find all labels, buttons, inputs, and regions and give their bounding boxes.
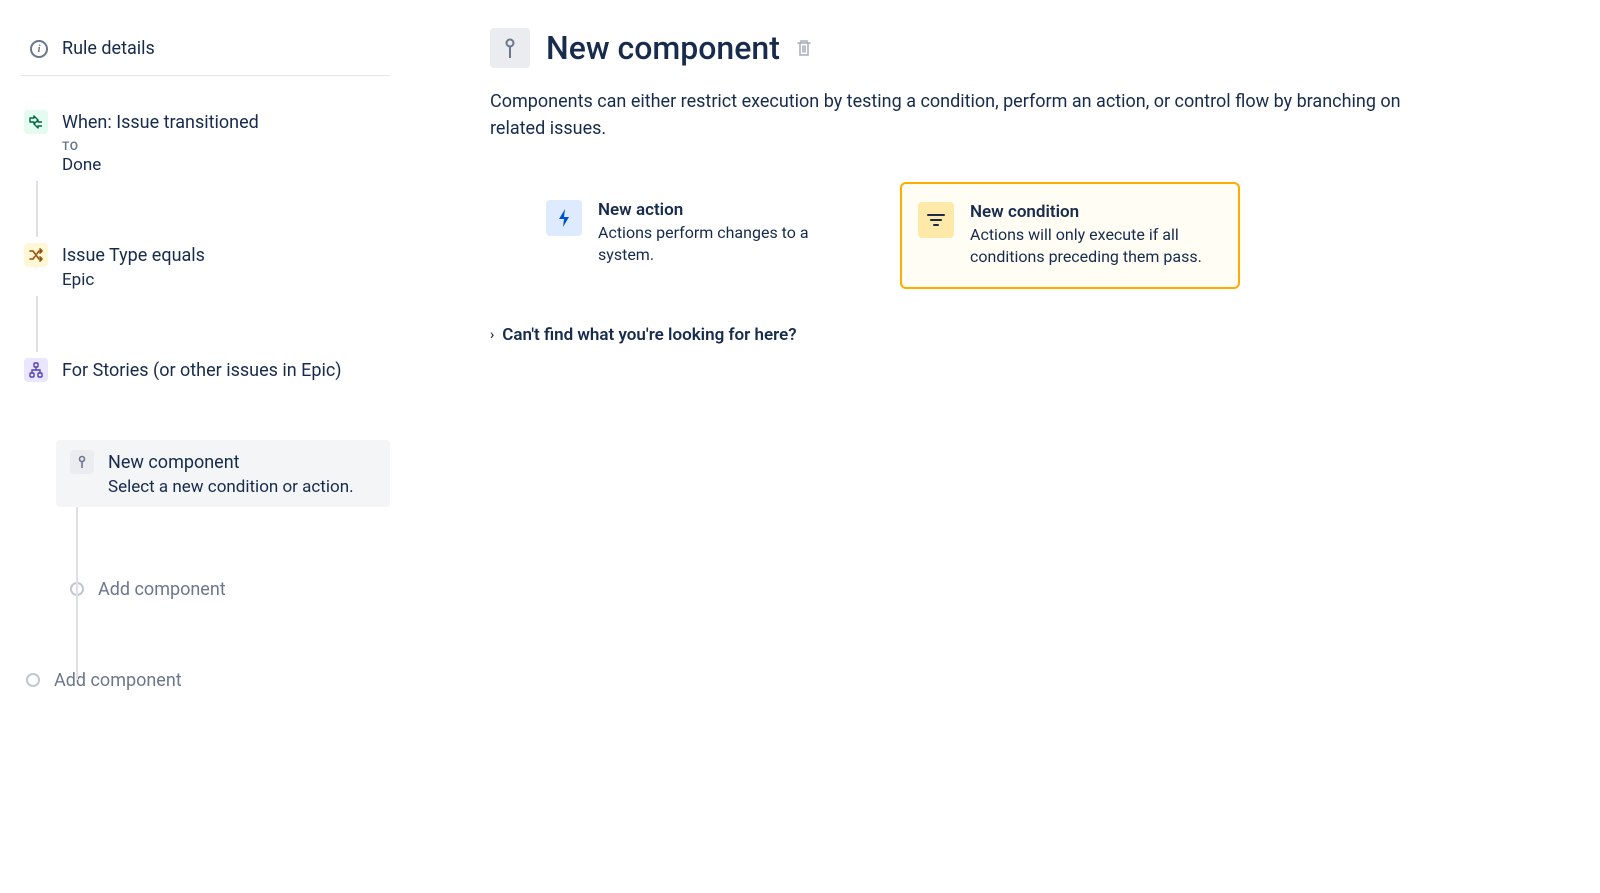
add-component-label: Add component <box>98 579 226 600</box>
page-description: Components can either restrict execution… <box>490 88 1440 142</box>
chevron-right-icon: › <box>490 327 494 343</box>
option-new-action[interactable]: New action Actions perform changes to a … <box>530 182 870 289</box>
trigger-content: When: Issue transitioned TO Done <box>62 110 386 175</box>
new-component-desc: Select a new condition or action. <box>108 477 376 497</box>
branch-step[interactable]: For Stories (or other issues in Epic) <box>20 352 390 389</box>
rule-details-label: Rule details <box>62 38 155 59</box>
option-new-condition[interactable]: New condition Actions will only execute … <box>900 182 1240 289</box>
add-component-outer[interactable]: Add component <box>26 670 390 691</box>
option-action-title: New action <box>598 200 854 220</box>
condition-step[interactable]: Issue Type equals Epic <box>20 237 390 296</box>
page-title: New component <box>546 29 780 67</box>
component-title-icon <box>490 28 530 68</box>
branch-icon <box>24 358 48 382</box>
info-icon: i <box>30 40 48 58</box>
new-component-step[interactable]: New component Select a new condition or … <box>56 440 390 507</box>
new-component-content: New component Select a new condition or … <box>108 450 376 497</box>
option-condition-desc: Actions will only execute if all conditi… <box>970 224 1222 269</box>
filter-icon <box>918 202 954 238</box>
add-circle-icon <box>26 673 40 687</box>
option-action-desc: Actions perform changes to a system. <box>598 222 854 267</box>
option-condition-title: New condition <box>970 202 1222 222</box>
option-content: New condition Actions will only execute … <box>970 202 1222 269</box>
lightning-icon <box>546 200 582 236</box>
connector-line <box>36 181 38 237</box>
condition-content: Issue Type equals Epic <box>62 243 386 290</box>
condition-title: Issue Type equals <box>62 243 386 268</box>
component-icon <box>70 450 94 474</box>
trigger-title: When: Issue transitioned <box>62 110 386 135</box>
help-text: Can't find what you're looking for here? <box>502 325 796 345</box>
option-content: New action Actions perform changes to a … <box>598 200 854 267</box>
add-component-nested[interactable]: Add component <box>70 579 390 600</box>
rule-details-link[interactable]: i Rule details <box>20 30 390 76</box>
component-options: New action Actions perform changes to a … <box>530 182 1440 289</box>
connector-line <box>36 296 38 352</box>
trigger-value: Done <box>62 155 386 175</box>
add-component-label: Add component <box>54 670 182 691</box>
trigger-icon <box>24 110 48 134</box>
rule-sidebar: i Rule details When: Issue transitioned … <box>0 0 390 893</box>
shuffle-icon <box>24 243 48 267</box>
help-disclosure[interactable]: › Can't find what you're looking for her… <box>490 325 1440 345</box>
trigger-step[interactable]: When: Issue transitioned TO Done <box>20 104 390 181</box>
condition-value: Epic <box>62 270 386 290</box>
new-component-title: New component <box>108 450 376 475</box>
trigger-label: TO <box>62 139 386 153</box>
title-row: New component <box>490 28 1440 68</box>
trash-icon[interactable] <box>796 39 812 57</box>
branch-content: For Stories (or other issues in Epic) <box>62 358 386 383</box>
main-panel: New component Components can either rest… <box>390 0 1600 893</box>
branch-title: For Stories (or other issues in Epic) <box>62 358 386 383</box>
